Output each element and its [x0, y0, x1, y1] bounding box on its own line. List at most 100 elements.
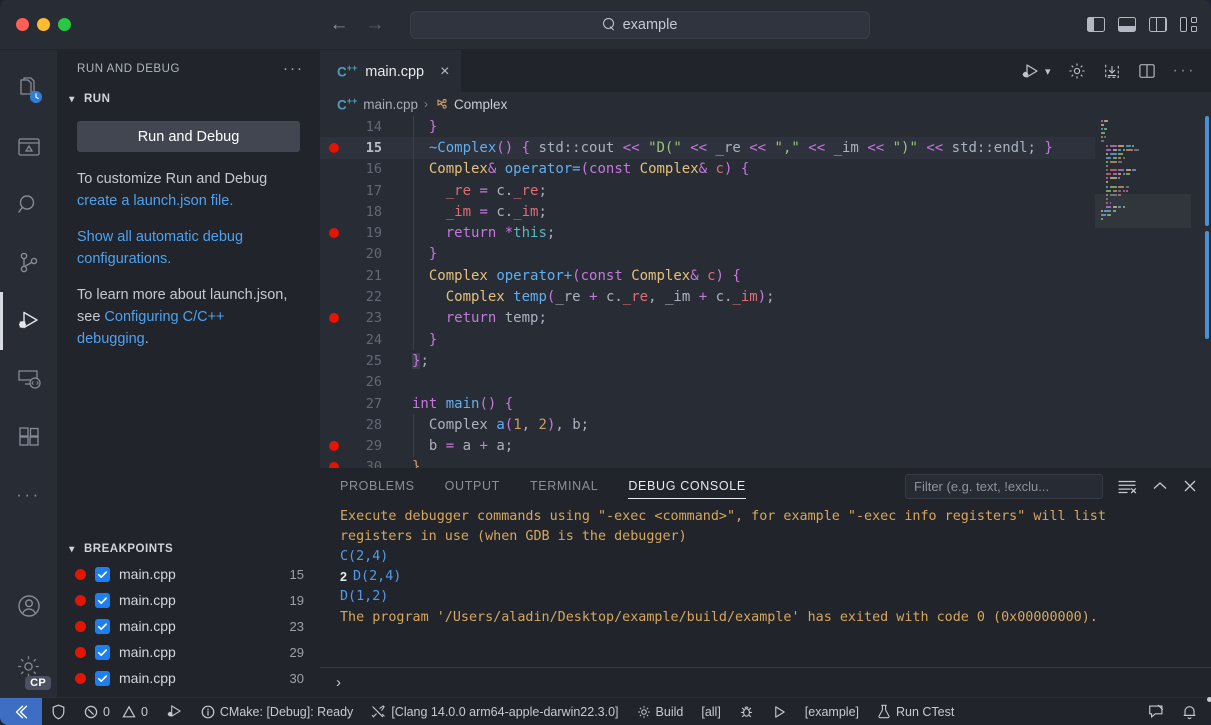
- tab-terminal[interactable]: TERMINAL: [530, 468, 598, 504]
- code-line[interactable]: 28 Complex a(1, 2), b;: [320, 414, 1211, 436]
- chevron-up-icon[interactable]: [1152, 480, 1168, 492]
- chevron-down-icon[interactable]: ▾: [1045, 65, 1051, 78]
- build-button[interactable]: Build: [628, 698, 693, 725]
- editor-scrollbar[interactable]: [1197, 116, 1211, 468]
- breakpoint-checkbox[interactable]: [95, 670, 110, 686]
- breakpoint-dot-icon[interactable]: [329, 313, 339, 324]
- code-line[interactable]: 29 b = a + a;: [320, 435, 1211, 457]
- bug-icon[interactable]: [730, 698, 763, 725]
- minimize-window-button[interactable]: [37, 18, 50, 31]
- code-line[interactable]: 18 _im = c._im;: [320, 201, 1211, 223]
- code-line[interactable]: 26: [320, 372, 1211, 393]
- create-launch-json-link[interactable]: create a launch.json file.: [77, 193, 233, 209]
- code-line[interactable]: 20 }: [320, 243, 1211, 266]
- testing-icon[interactable]: [0, 118, 57, 176]
- run-and-debug-icon[interactable]: [0, 292, 57, 350]
- debug-console-input[interactable]: ›: [320, 667, 1211, 697]
- source-control-icon[interactable]: [0, 234, 57, 292]
- toggle-primary-sidebar-icon[interactable]: [1087, 17, 1105, 32]
- breakpoint-dot-icon[interactable]: [329, 142, 339, 153]
- remote-explorer-icon[interactable]: [0, 350, 57, 408]
- breakpoint-dot-icon[interactable]: [329, 441, 339, 452]
- breakpoint-checkbox[interactable]: [95, 618, 110, 634]
- customize-layout-icon[interactable]: [1180, 17, 1197, 32]
- code-line[interactable]: 30 }: [320, 457, 1211, 468]
- filter-input[interactable]: Filter (e.g. text, !exclu...: [905, 473, 1103, 499]
- breakpoint-checkbox[interactable]: [95, 592, 110, 608]
- sidebar-more-actions-icon[interactable]: ···: [283, 60, 312, 77]
- breakpoints-section-header[interactable]: ▾ BREAKPOINTS: [57, 537, 320, 561]
- code-line[interactable]: 21 Complex operator+(const Complex& c) {: [320, 265, 1211, 287]
- install-icon[interactable]: [1103, 62, 1121, 80]
- breadcrumb-symbol[interactable]: Complex: [454, 97, 507, 112]
- breakpoint-row[interactable]: main.cpp 19: [57, 587, 320, 613]
- arrow-left-icon[interactable]: ←: [328, 14, 350, 36]
- more-views-icon[interactable]: ···: [0, 466, 57, 524]
- explorer-icon[interactable]: [0, 60, 57, 118]
- cmake-kit[interactable]: [Clang 14.0.0 arm64-apple-darwin22.3.0]: [362, 698, 627, 725]
- debug-console-output[interactable]: Execute debugger commands using "-exec <…: [320, 504, 1211, 667]
- minimap[interactable]: [1095, 116, 1211, 468]
- show-automatic-configs-link[interactable]: Show all automatic debug configurations.: [77, 229, 243, 267]
- run-debug-small-icon[interactable]: [157, 698, 192, 725]
- gear-icon[interactable]: [1068, 62, 1086, 80]
- code-line[interactable]: 27 int main() {: [320, 393, 1211, 414]
- breakpoint-row[interactable]: main.cpp 23: [57, 613, 320, 639]
- breakpoint-row[interactable]: main.cpp 15: [57, 561, 320, 587]
- tab-main-cpp[interactable]: C++ main.cpp ×: [320, 50, 463, 92]
- close-icon[interactable]: ×: [440, 63, 449, 80]
- tab-debug-console[interactable]: DEBUG CONSOLE: [628, 468, 746, 504]
- run-ctest[interactable]: Run CTest: [868, 698, 963, 725]
- workspace-trust-icon[interactable]: [42, 698, 75, 725]
- close-window-button[interactable]: [16, 18, 29, 31]
- run-and-debug-button[interactable]: Run and Debug: [77, 121, 300, 152]
- tab-output[interactable]: OUTPUT: [445, 468, 500, 504]
- glyph-margin[interactable]: [320, 441, 348, 452]
- clear-console-icon[interactable]: [1118, 479, 1137, 494]
- run-or-debug-icon[interactable]: [1021, 63, 1040, 80]
- search-icon[interactable]: [0, 176, 57, 234]
- launch-target[interactable]: [example]: [796, 698, 868, 725]
- breakpoint-checkbox[interactable]: [95, 566, 110, 582]
- code-editor[interactable]: 14 } 15 ~Complex() { std::cout << "D(" <…: [320, 116, 1211, 468]
- toggle-secondary-sidebar-icon[interactable]: [1149, 17, 1167, 32]
- run-section-header[interactable]: ▾ RUN: [57, 87, 320, 111]
- toggle-panel-icon[interactable]: [1118, 17, 1136, 32]
- minimap-slider[interactable]: [1095, 194, 1191, 228]
- bell-dot-icon[interactable]: [1173, 696, 1211, 725]
- breakpoint-row[interactable]: main.cpp 30: [57, 665, 320, 691]
- code-line[interactable]: 19 return *this;: [320, 222, 1211, 244]
- account-icon[interactable]: [0, 577, 57, 635]
- arrow-right-icon[interactable]: →: [364, 14, 386, 36]
- settings-gear-icon[interactable]: CP: [0, 635, 57, 697]
- split-editor-icon[interactable]: [1138, 63, 1156, 79]
- breakpoint-checkbox[interactable]: [95, 644, 110, 660]
- breakpoint-row[interactable]: main.cpp 29: [57, 639, 320, 665]
- tab-problems[interactable]: PROBLEMS: [340, 468, 415, 504]
- feedback-icon[interactable]: [1139, 698, 1173, 725]
- more-actions-icon[interactable]: ···: [1173, 62, 1196, 80]
- code-line[interactable]: 16 Complex& operator=(const Complex& c) …: [320, 158, 1211, 180]
- breadcrumb-file[interactable]: main.cpp: [363, 97, 418, 112]
- close-panel-icon[interactable]: [1183, 479, 1197, 493]
- code-line[interactable]: 24 }: [320, 328, 1211, 351]
- code-line[interactable]: 23 return temp;: [320, 307, 1211, 329]
- cmake-status[interactable]: CMake: [Debug]: Ready: [192, 698, 362, 725]
- code-line[interactable]: 17 _re = c._re;: [320, 179, 1211, 202]
- glyph-margin[interactable]: [320, 142, 348, 153]
- build-target[interactable]: [all]: [692, 698, 729, 725]
- code-line[interactable]: 25 };: [320, 350, 1211, 371]
- problems-indicator[interactable]: 0 0: [75, 698, 157, 725]
- remote-window-indicator[interactable]: [0, 697, 42, 725]
- glyph-margin[interactable]: [320, 228, 348, 239]
- scrollbar-thumb[interactable]: [1205, 116, 1209, 226]
- code-line[interactable]: 15 ~Complex() { std::cout << "D(" << _re…: [320, 137, 1211, 159]
- glyph-margin[interactable]: [320, 313, 348, 324]
- launch-icon[interactable]: [763, 698, 796, 725]
- code-line[interactable]: 14 }: [320, 116, 1211, 138]
- command-center-search[interactable]: example: [410, 10, 870, 39]
- extensions-icon[interactable]: [0, 408, 57, 466]
- code-line[interactable]: 22 Complex temp(_re + c._re, _im + c._im…: [320, 286, 1211, 308]
- maximize-window-button[interactable]: [58, 18, 71, 31]
- breakpoint-dot-icon[interactable]: [329, 228, 339, 239]
